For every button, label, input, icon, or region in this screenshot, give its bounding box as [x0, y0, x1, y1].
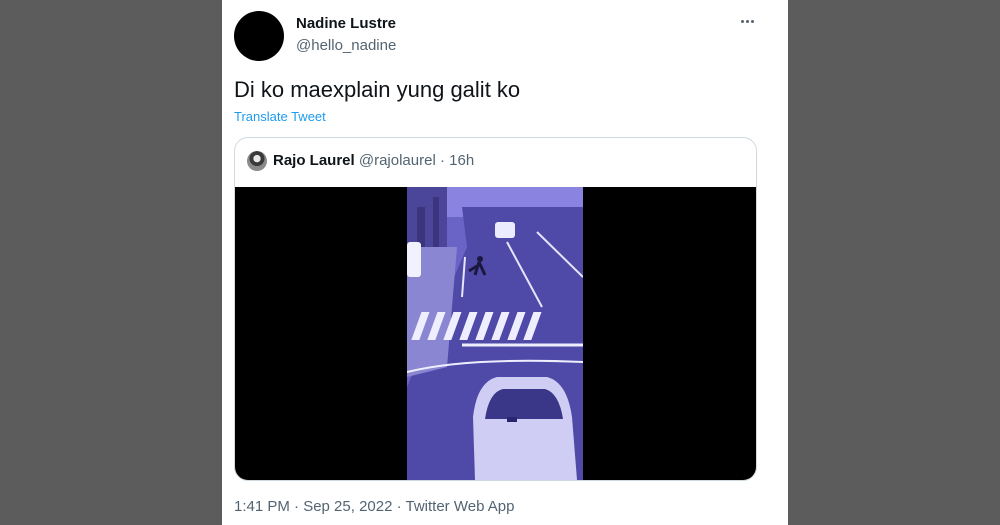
quoted-time[interactable]: 16h — [449, 152, 474, 169]
tweet-timestamp[interactable]: 1:41 PM · Sep 25, 2022 · Twitter Web App — [234, 498, 514, 515]
more-icon — [740, 19, 744, 23]
author-name[interactable]: Nadine Lustre — [296, 15, 396, 32]
quoted-tweet[interactable]: Rajo Laurel @rajolaurel · 16h — [234, 137, 757, 481]
author-handle[interactable]: @hello_nadine — [296, 37, 396, 54]
quoted-author-avatar[interactable] — [247, 151, 267, 171]
author-avatar[interactable] — [234, 11, 284, 61]
video-player[interactable] — [235, 187, 756, 480]
tweet-text: Di ko maexplain yung galit ko — [234, 77, 521, 102]
quoted-author-handle[interactable]: @rajolaurel — [359, 152, 436, 169]
quoted-tweet-header: Rajo Laurel @rajolaurel · 16h — [273, 152, 474, 169]
tweet-card: Nadine Lustre @hello_nadine Di ko maexpl… — [222, 0, 788, 525]
translate-tweet-link[interactable]: Translate Tweet — [234, 109, 326, 124]
quoted-author-name[interactable]: Rajo Laurel — [273, 152, 355, 169]
street-scene-image — [407, 187, 583, 480]
video-frame[interactable] — [407, 187, 583, 480]
dot-separator: · — [439, 152, 445, 169]
more-options-button[interactable] — [736, 10, 758, 32]
